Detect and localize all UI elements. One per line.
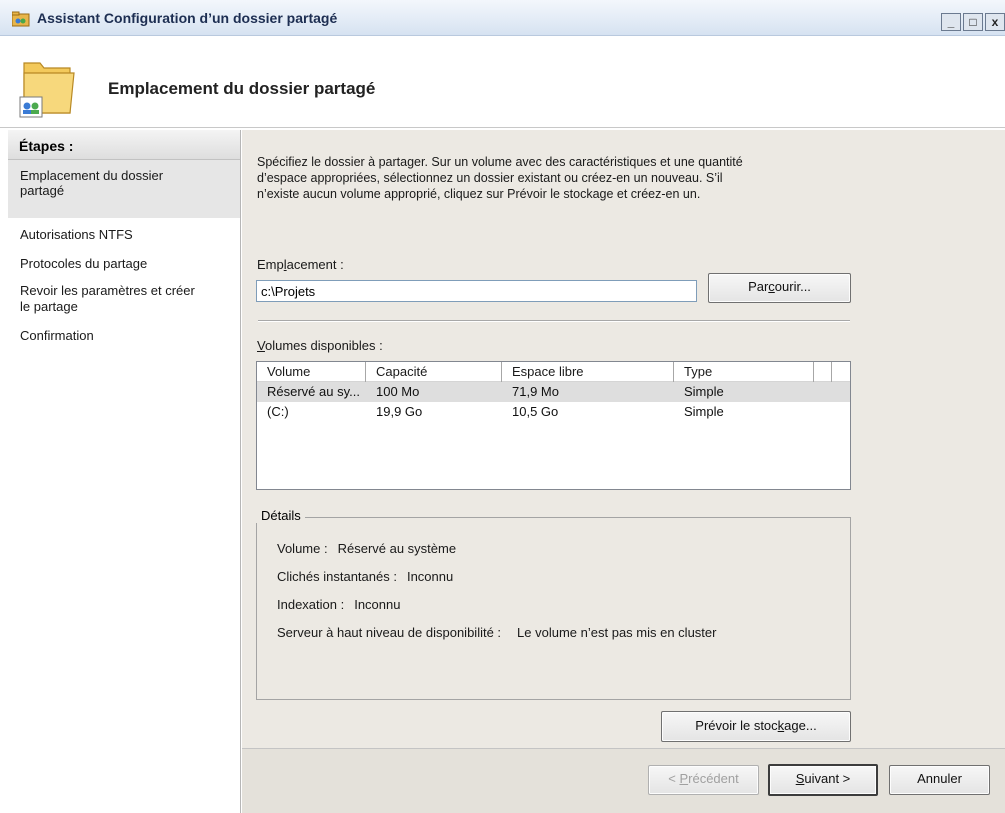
cell-type: Simple — [684, 384, 724, 399]
location-label: Emplacement : — [257, 257, 344, 272]
page-title: Emplacement du dossier partagé — [108, 79, 376, 98]
cancel-button[interactable]: Annuler — [889, 765, 990, 795]
detail-label: Volume : — [277, 541, 328, 556]
step-label: Protocoles du partage — [20, 256, 148, 271]
step-protocoles[interactable]: Protocoles du partage — [8, 247, 240, 275]
maximize-button[interactable]: □ — [963, 13, 983, 31]
cell-type: Simple — [684, 404, 724, 419]
step-label: Autorisations NTFS — [20, 227, 133, 242]
column-header-volume[interactable]: Volume — [257, 362, 366, 382]
intro-line: Spécifiez le dossier à partager. Sur un … — [257, 155, 743, 169]
step-label: partagé — [20, 183, 65, 198]
intro-text: Spécifiez le dossier à partager. Sur un … — [257, 154, 857, 202]
detail-value: Inconnu — [354, 597, 401, 612]
main-content: Spécifiez le dossier à partager. Sur un … — [242, 130, 1005, 813]
details-legend: Détails — [256, 508, 305, 523]
detail-value: Inconnu — [406, 569, 454, 584]
cell-capacity: 100 Mo — [376, 384, 420, 399]
back-button[interactable]: < Précédent — [648, 765, 759, 795]
separator — [258, 320, 850, 322]
table-row[interactable]: Réservé au sy... 100 Mo 71,9 Mo Simple — [257, 382, 850, 402]
cell-free: 71,9 Mo — [512, 384, 559, 399]
steps-heading: Étapes : — [8, 130, 240, 160]
next-button[interactable]: Suivant > — [768, 764, 878, 796]
detail-label: Clichés instantanés : — [277, 569, 397, 584]
column-header-free[interactable]: Espace libre — [502, 362, 674, 382]
folder-share-icon — [19, 62, 75, 118]
cell-volume: (C:) — [267, 404, 289, 419]
detail-label: Serveur à haut niveau de disponibilité : — [277, 625, 502, 640]
steps-pane: Étapes : Emplacement du dossier partagé … — [8, 130, 241, 813]
step-label: Confirmation — [20, 328, 94, 343]
detail-volume: Volume : Réservé au système — [277, 541, 456, 556]
cell-free: 10,5 Go — [512, 404, 559, 419]
detail-high-availability: Serveur à haut niveau de disponibilité :… — [277, 625, 716, 640]
window-title: Assistant Configuration d’un dossier par… — [37, 10, 338, 26]
cell-volume: Réservé au sy... — [267, 384, 360, 399]
step-label: Emplacement du dossier — [20, 168, 164, 183]
app-icon — [12, 11, 30, 27]
volumes-list[interactable]: Volume Capacité Espace libre Type Réserv… — [256, 361, 851, 490]
intro-line: n’existe aucun volume approprié, cliquez… — [257, 187, 701, 201]
step-label: le partage — [20, 299, 78, 314]
detail-value: Réservé au système — [337, 541, 457, 556]
intro-line: d’espace appropriées, sélectionnez un do… — [257, 171, 723, 185]
wizard-header: Emplacement du dossier partagé — [0, 37, 1005, 128]
title-bar: Assistant Configuration d’un dossier par… — [0, 0, 1005, 36]
step-revoir[interactable]: Revoir les paramètres et créer le partag… — [8, 275, 240, 323]
step-emplacement[interactable]: Emplacement du dossier partagé — [8, 160, 240, 218]
table-row[interactable]: (C:) 19,9 Go 10,5 Go Simple — [257, 402, 850, 422]
list-header: Volume Capacité Espace libre Type — [257, 362, 850, 382]
close-button[interactable]: x — [985, 13, 1005, 31]
detail-indexing: Indexation : Inconnu — [277, 597, 400, 612]
location-input[interactable] — [256, 280, 697, 302]
step-autorisations[interactable]: Autorisations NTFS — [8, 218, 240, 247]
step-label: Revoir les paramètres et créer — [20, 283, 195, 298]
volumes-label: Volumes disponibles : — [257, 338, 383, 353]
detail-snapshots: Clichés instantanés : Inconnu — [277, 569, 453, 584]
browse-button[interactable]: Parcourir... — [708, 273, 851, 303]
detail-value: Le volume n’est pas mis en cluster — [517, 625, 717, 640]
minimize-button[interactable]: _ — [941, 13, 961, 31]
column-header-type[interactable]: Type — [674, 362, 814, 382]
detail-label: Indexation : — [277, 597, 345, 612]
column-header-capacity[interactable]: Capacité — [366, 362, 502, 382]
provision-storage-button[interactable]: Prévoir le stockage... — [661, 711, 851, 742]
step-confirmation[interactable]: Confirmation — [8, 323, 240, 349]
window-controls: _ □ x — [939, 13, 1005, 31]
column-header-filler — [814, 362, 832, 382]
cell-capacity: 19,9 Go — [376, 404, 423, 419]
